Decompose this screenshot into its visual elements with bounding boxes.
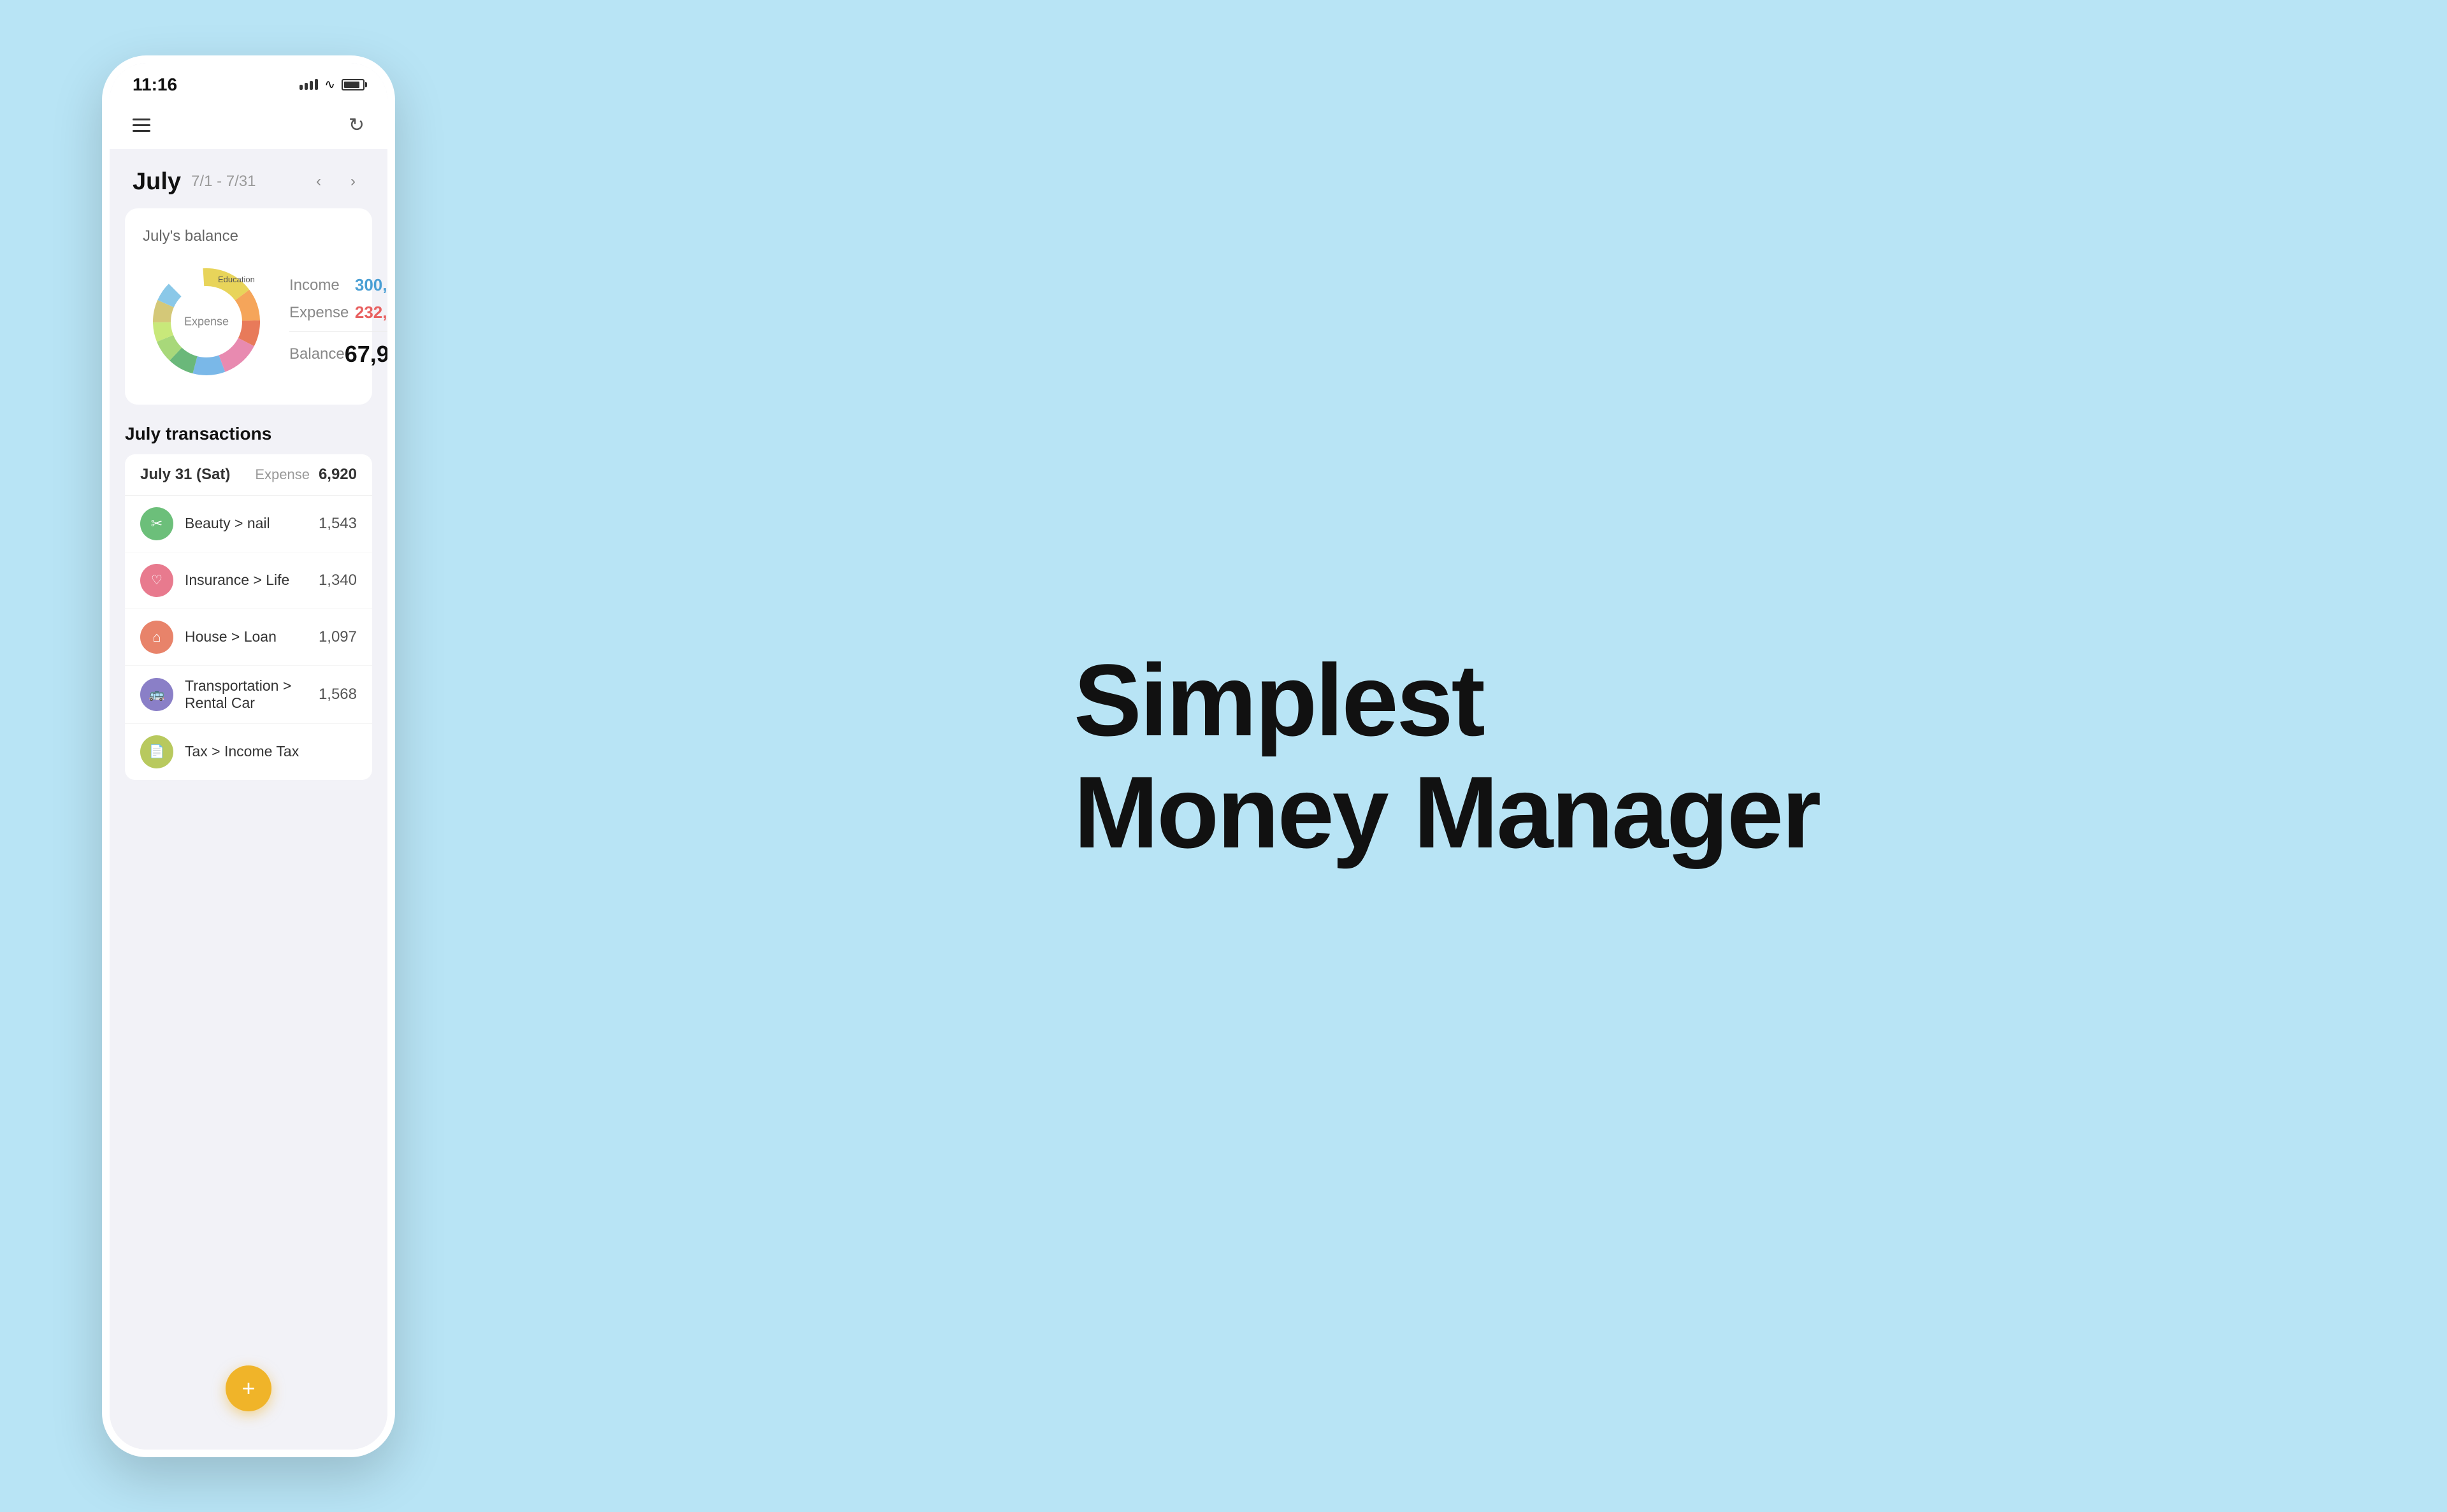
transaction-day: July 31 (Sat) Expense 6,920 ✂ Beauty > n… [125, 454, 372, 780]
transactions-section: July transactions July 31 (Sat) Expense … [110, 417, 387, 780]
hero-line1: Simplest [1074, 644, 1819, 756]
day-expense-value: 6,920 [319, 466, 357, 484]
transaction-item[interactable]: 📄 Tax > Income Tax [125, 724, 372, 780]
tx-icon-beauty: ✂ [140, 507, 173, 540]
hero-text-container: Simplest Money Manager [1074, 644, 1819, 868]
transaction-item[interactable]: ♡ Insurance > Life 1,340 [125, 552, 372, 609]
menu-button[interactable] [133, 119, 150, 132]
phone-inner: 11:16 ∿ ↻ [110, 63, 387, 1450]
month-header: July 7/1 - 7/31 ‹ › [110, 149, 387, 208]
day-date: July 31 (Sat) [140, 466, 230, 484]
day-expense-label: Expense [255, 466, 310, 483]
plus-icon: + [242, 1377, 255, 1400]
balance-label: Balance [289, 345, 345, 363]
income-value: 300,000 [355, 275, 387, 295]
prev-month-button[interactable]: ‹ [307, 170, 330, 193]
transactions-title: July transactions [125, 424, 372, 444]
phone-mockup: 11:16 ∿ ↻ [102, 55, 395, 1457]
tx-amount-transport: 1,568 [319, 686, 357, 703]
add-transaction-button[interactable]: + [226, 1365, 271, 1411]
tx-amount-insurance: 1,340 [319, 572, 357, 589]
education-label: Education [218, 275, 255, 284]
signal-icon [300, 79, 318, 90]
top-nav: ↻ [110, 101, 387, 149]
status-bar: 11:16 ∿ [110, 63, 387, 101]
battery-icon [342, 79, 365, 90]
balance-stats: Income 300,000 Expense 232,042 Balance 6… [289, 275, 387, 368]
balance-row: Balance 67,958 [289, 341, 387, 368]
next-month-button[interactable]: › [342, 170, 365, 193]
tx-name-transport: Transportation > Rental Car [185, 677, 307, 712]
status-icons: ∿ [300, 76, 365, 92]
balance-content: Education Expense Income 300,000 Expen [143, 258, 354, 385]
month-title: July [133, 168, 181, 196]
tx-amount-beauty: 1,543 [319, 515, 357, 533]
transaction-item[interactable]: 🚌 Transportation > Rental Car 1,568 [125, 666, 372, 724]
balance-card: July's balance [125, 208, 372, 405]
expense-label: Expense [289, 304, 349, 322]
status-time: 11:16 [133, 75, 177, 95]
balance-card-title: July's balance [143, 227, 354, 245]
tx-name-insurance: Insurance > Life [185, 572, 307, 589]
tx-name-tax: Tax > Income Tax [185, 743, 345, 760]
left-panel: 11:16 ∿ ↻ [0, 0, 446, 1512]
donut-chart: Education Expense [143, 258, 270, 385]
tx-icon-transport: 🚌 [140, 678, 173, 711]
expense-row: Expense 232,042 [289, 303, 387, 322]
hero-line2: Money Manager [1074, 756, 1819, 868]
tx-amount-house: 1,097 [319, 628, 357, 646]
tx-icon-house: ⌂ [140, 621, 173, 654]
balance-value: 67,958 [345, 341, 387, 368]
month-nav: ‹ › [307, 170, 365, 193]
income-row: Income 300,000 [289, 275, 387, 295]
right-panel: Simplest Money Manager [446, 0, 2447, 1512]
stat-divider [289, 331, 387, 332]
tx-icon-tax: 📄 [140, 735, 173, 768]
transaction-item[interactable]: ✂ Beauty > nail 1,543 [125, 496, 372, 552]
income-label: Income [289, 277, 340, 294]
tx-icon-insurance: ♡ [140, 564, 173, 597]
wifi-icon: ∿ [324, 76, 335, 92]
expense-value: 232,042 [355, 303, 387, 322]
transaction-item[interactable]: ⌂ House > Loan 1,097 [125, 609, 372, 666]
day-summary: Expense 6,920 [255, 466, 357, 484]
refresh-button[interactable]: ↻ [349, 114, 365, 136]
content-area: July 7/1 - 7/31 ‹ › July's balance [110, 149, 387, 1450]
tx-name-beauty: Beauty > nail [185, 515, 307, 532]
tx-name-house: House > Loan [185, 628, 307, 645]
donut-center-label: Expense [184, 315, 229, 328]
month-range: 7/1 - 7/31 [191, 173, 256, 191]
day-header: July 31 (Sat) Expense 6,920 [125, 454, 372, 496]
